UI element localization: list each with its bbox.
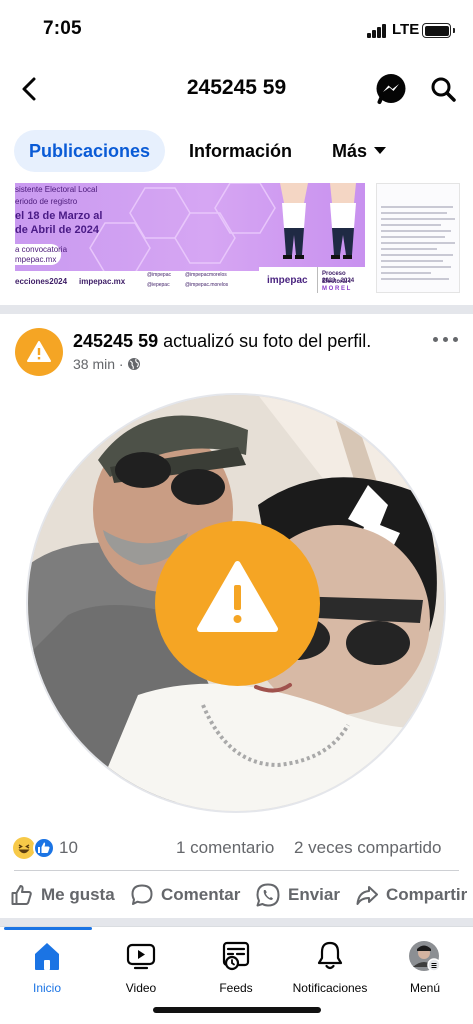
banner-site: impepac.mx bbox=[79, 277, 126, 286]
home-icon bbox=[35, 943, 59, 970]
sensitive-content-warning[interactable] bbox=[155, 521, 320, 686]
nav-label-video: Video bbox=[125, 981, 157, 995]
warning-triangle-icon bbox=[197, 561, 278, 632]
bell-icon bbox=[317, 941, 343, 970]
banner-figures-illustration bbox=[280, 183, 356, 259]
home-indicator[interactable] bbox=[153, 1007, 321, 1013]
reaction-count[interactable]: 10 bbox=[59, 838, 78, 858]
featured-banner-image[interactable]: sistente Electoral Local eriodo de regis… bbox=[15, 183, 365, 293]
page-header: 245245 59 bbox=[0, 60, 473, 118]
banner-social-3: @iepepac bbox=[147, 282, 170, 288]
signal-icon bbox=[367, 24, 387, 38]
tab-mas-label: Más bbox=[332, 141, 368, 161]
post-meta-separator: · bbox=[115, 356, 128, 372]
banner-process-line2: 2023 - 2024 bbox=[322, 278, 355, 284]
send-button-label: Enviar bbox=[288, 885, 340, 904]
nav-item-notificaciones[interactable]: Notificaciones bbox=[283, 939, 377, 995]
banner-social-2: @impepacmorelos bbox=[185, 272, 227, 278]
like-button-label: Me gusta bbox=[41, 885, 115, 904]
video-icon bbox=[126, 943, 156, 970]
network-label: LTE bbox=[392, 21, 420, 38]
featured-document-image[interactable] bbox=[376, 183, 460, 293]
more-options-icon[interactable] bbox=[433, 334, 459, 344]
banner-text-line2: eriodo de registro bbox=[15, 197, 78, 206]
profile-tabs: Publicaciones Información Más bbox=[0, 128, 473, 176]
shares-count[interactable]: 2 veces compartido bbox=[294, 838, 441, 858]
nav-item-menu[interactable]: Menú bbox=[378, 939, 472, 995]
tab-mas[interactable]: Más bbox=[332, 130, 387, 172]
status-bar: 7:05 LTE bbox=[0, 0, 473, 60]
globe-icon bbox=[128, 358, 141, 371]
nav-label-notificaciones: Notificaciones bbox=[292, 981, 368, 995]
nav-item-video[interactable]: Video bbox=[94, 939, 188, 995]
nav-item-feeds[interactable]: Feeds bbox=[189, 939, 283, 995]
banner-social-4: @impepac.morelos bbox=[185, 282, 229, 288]
banner-social-1: @impepac bbox=[147, 272, 171, 278]
like-button[interactable]: Me gusta bbox=[10, 876, 115, 914]
nav-label-inicio: Inicio bbox=[32, 981, 61, 995]
post-author-name[interactable]: 245245 59 bbox=[73, 331, 158, 351]
banner-brand-logo: impepac bbox=[267, 275, 308, 286]
section-divider bbox=[0, 305, 473, 314]
comment-button[interactable]: Comentar bbox=[130, 876, 240, 914]
reactions-summary: 10 1 comentario 2 veces compartido bbox=[13, 837, 473, 861]
share-icon bbox=[356, 886, 378, 905]
post-action-bar: Me gusta Comentar Enviar Compartir bbox=[0, 876, 473, 914]
banner-brand-box: impepac bbox=[259, 267, 317, 293]
haha-reaction-icon[interactable] bbox=[13, 837, 35, 859]
banner-text-line4: de Abril de 2024 bbox=[15, 224, 99, 236]
caret-down-icon bbox=[374, 146, 387, 154]
send-button[interactable]: Enviar bbox=[255, 876, 340, 914]
banner-text-line5: a convocatoria bbox=[15, 245, 68, 254]
share-button-label: Compartir bbox=[386, 885, 468, 904]
tab-publicaciones[interactable]: Publicaciones bbox=[14, 130, 165, 172]
comment-button-label: Comentar bbox=[161, 885, 241, 904]
post-action-text: actualizó su foto del perfil. bbox=[158, 331, 372, 351]
post-avatar[interactable] bbox=[15, 328, 63, 376]
whatsapp-icon bbox=[256, 883, 280, 907]
post-meta: 38 min · bbox=[73, 356, 141, 372]
banner-process-box: Proceso Electoral I 2023 - 2024 M O R E … bbox=[317, 267, 365, 293]
banner-process-line3: M O R E L bbox=[322, 286, 351, 292]
share-button[interactable]: Compartir bbox=[355, 876, 467, 914]
thumbs-up-icon bbox=[11, 885, 32, 905]
menu-avatar-icon bbox=[409, 941, 441, 972]
warning-icon bbox=[27, 341, 51, 362]
nav-active-indicator bbox=[4, 927, 92, 930]
banner-hashtag: ecciones2024 bbox=[15, 277, 68, 286]
status-time: 7:05 bbox=[43, 18, 82, 39]
comments-count[interactable]: 1 comentario bbox=[176, 838, 274, 858]
messenger-icon[interactable] bbox=[375, 73, 407, 105]
feeds-icon bbox=[222, 941, 250, 971]
post-headline: 245245 59 actualizó su foto del perfil. bbox=[73, 331, 371, 352]
section-divider-bottom bbox=[0, 918, 473, 926]
battery-icon bbox=[422, 23, 455, 38]
comment-icon bbox=[131, 884, 153, 905]
nav-label-feeds: Feeds bbox=[219, 981, 253, 995]
tab-informacion[interactable]: Información bbox=[189, 130, 292, 172]
nav-item-inicio[interactable]: Inicio bbox=[0, 939, 94, 995]
reactions-divider bbox=[14, 870, 459, 871]
nav-label-menu: Menú bbox=[409, 981, 441, 995]
like-reaction-icon[interactable] bbox=[33, 837, 55, 859]
post-time[interactable]: 38 min bbox=[73, 356, 115, 372]
search-icon[interactable] bbox=[430, 76, 457, 103]
banner-text-line6: mpepac.mx bbox=[15, 255, 57, 264]
banner-text-line3: el 18 de Marzo al bbox=[15, 210, 103, 222]
banner-text-line1: sistente Electoral Local bbox=[15, 185, 98, 194]
